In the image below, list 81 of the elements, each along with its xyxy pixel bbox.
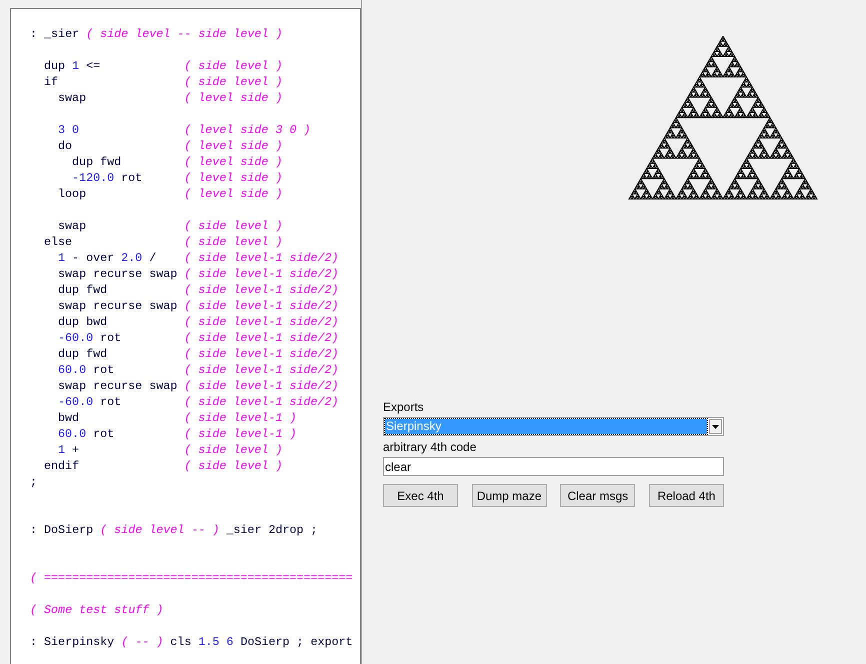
code-comment: ( side level-1 side/2): [184, 346, 339, 362]
code-text: swap: [58, 219, 86, 233]
number-literal: -120.0: [72, 171, 114, 185]
code-text: dup fwd: [58, 283, 108, 297]
code-comment: ( side level-1 side/2): [184, 378, 339, 394]
code-text: rot: [99, 395, 122, 409]
action-button[interactable]: Clear msgs: [560, 484, 636, 507]
code-comment: ( side level-1 side/2): [184, 362, 339, 378]
code-text: +: [71, 443, 80, 457]
code-text: dup fwd: [72, 155, 122, 169]
number-literal: 1: [72, 59, 80, 73]
number-literal: 2.0: [121, 251, 142, 265]
code-comment: ( level side ): [184, 186, 282, 202]
code-comment: ( level side ): [184, 138, 282, 154]
code-comment: ( side level-1 side/2): [184, 266, 339, 282]
code-comment: ( side level-1 ): [184, 410, 296, 426]
code-comment: ( side level -- side level ): [86, 27, 282, 41]
code-text: : _sier: [30, 27, 80, 41]
code-comment: ( level side 3 0 ): [184, 122, 311, 138]
code-comment: ( side level ): [184, 74, 282, 90]
code-comment: ( Some test stuff ): [30, 603, 164, 617]
code-text: rot: [99, 331, 122, 345]
code-text: dup bwd: [58, 315, 108, 329]
code-text: loop: [58, 187, 86, 201]
code-text: dup: [44, 59, 66, 73]
code-comment: ( side level -- ): [100, 523, 220, 537]
code-text: : DoSierp: [30, 523, 94, 537]
code-comment: ( ============================================: [30, 571, 353, 585]
number-literal: 60.0: [58, 363, 86, 377]
code-comment: ( side level-1 side/2): [184, 250, 339, 266]
code-text: swap recurse swap: [58, 267, 178, 281]
code-comment: ( side level-1 side/2): [184, 282, 339, 298]
dropdown-value: Sierpinsky: [385, 419, 707, 434]
code-comment: ( side level-1 side/2): [184, 314, 339, 330]
code-text: rot: [92, 363, 114, 377]
code-text: _sier 2drop ;: [225, 523, 318, 537]
code-comment: ( level side ): [184, 154, 282, 170]
code-comment: ( side level-1 side/2): [184, 394, 339, 410]
code-input-field[interactable]: clear: [383, 457, 724, 476]
number-literal: 1.5 6: [198, 635, 234, 649]
number-literal: -60.0: [58, 395, 94, 409]
code-text: <=: [85, 59, 100, 73]
code-comment: ( side level-1 side/2): [184, 330, 339, 346]
code-text: dup fwd: [58, 347, 108, 361]
code-text: endif: [44, 459, 80, 473]
action-button[interactable]: Reload 4th: [648, 484, 724, 507]
number-literal: -60.0: [58, 331, 94, 345]
code-comment: ( side level-1 ): [184, 426, 296, 442]
code-text: bwd: [58, 411, 80, 425]
code-text: rot: [120, 171, 142, 185]
number-literal: 3 0: [58, 123, 80, 137]
code-text: - over: [71, 251, 116, 265]
action-button[interactable]: Exec 4th: [383, 484, 458, 507]
action-button[interactable]: Dump maze: [472, 484, 547, 507]
code-text: : Sierpinsky: [30, 635, 116, 649]
number-literal: 1: [58, 443, 66, 457]
exports-label: Exports: [383, 400, 425, 414]
code-text: swap recurse swap: [58, 379, 178, 393]
code-text: do: [58, 139, 72, 153]
code-comment: ( level side ): [184, 170, 282, 186]
code-text: rot: [92, 427, 114, 441]
code-comment: ( side level-1 side/2): [184, 298, 339, 314]
code-text: swap: [58, 91, 86, 105]
code-text: cls: [169, 635, 192, 649]
code-input-label: arbitrary 4th code: [383, 440, 478, 454]
code-text: /: [148, 251, 156, 265]
code-text: DoSierp ; export: [239, 635, 353, 649]
code-comment: ( side level ): [184, 442, 282, 458]
number-literal: 60.0: [58, 427, 86, 441]
code-editor[interactable]: [10, 8, 361, 664]
code-comment: ( -- ): [121, 635, 164, 649]
code-text: swap recurse swap: [58, 299, 178, 313]
number-literal: 1: [58, 251, 66, 265]
code-text: if: [44, 75, 58, 89]
code-comment: ( level side ): [184, 90, 282, 106]
code-comment: ( side level ): [184, 218, 282, 234]
code-text: ;: [30, 475, 38, 489]
code-comment: ( side level ): [184, 458, 282, 474]
code-comment: ( side level ): [184, 234, 282, 250]
code-text: else: [44, 235, 72, 249]
code-comment: ( side level ): [184, 58, 282, 74]
